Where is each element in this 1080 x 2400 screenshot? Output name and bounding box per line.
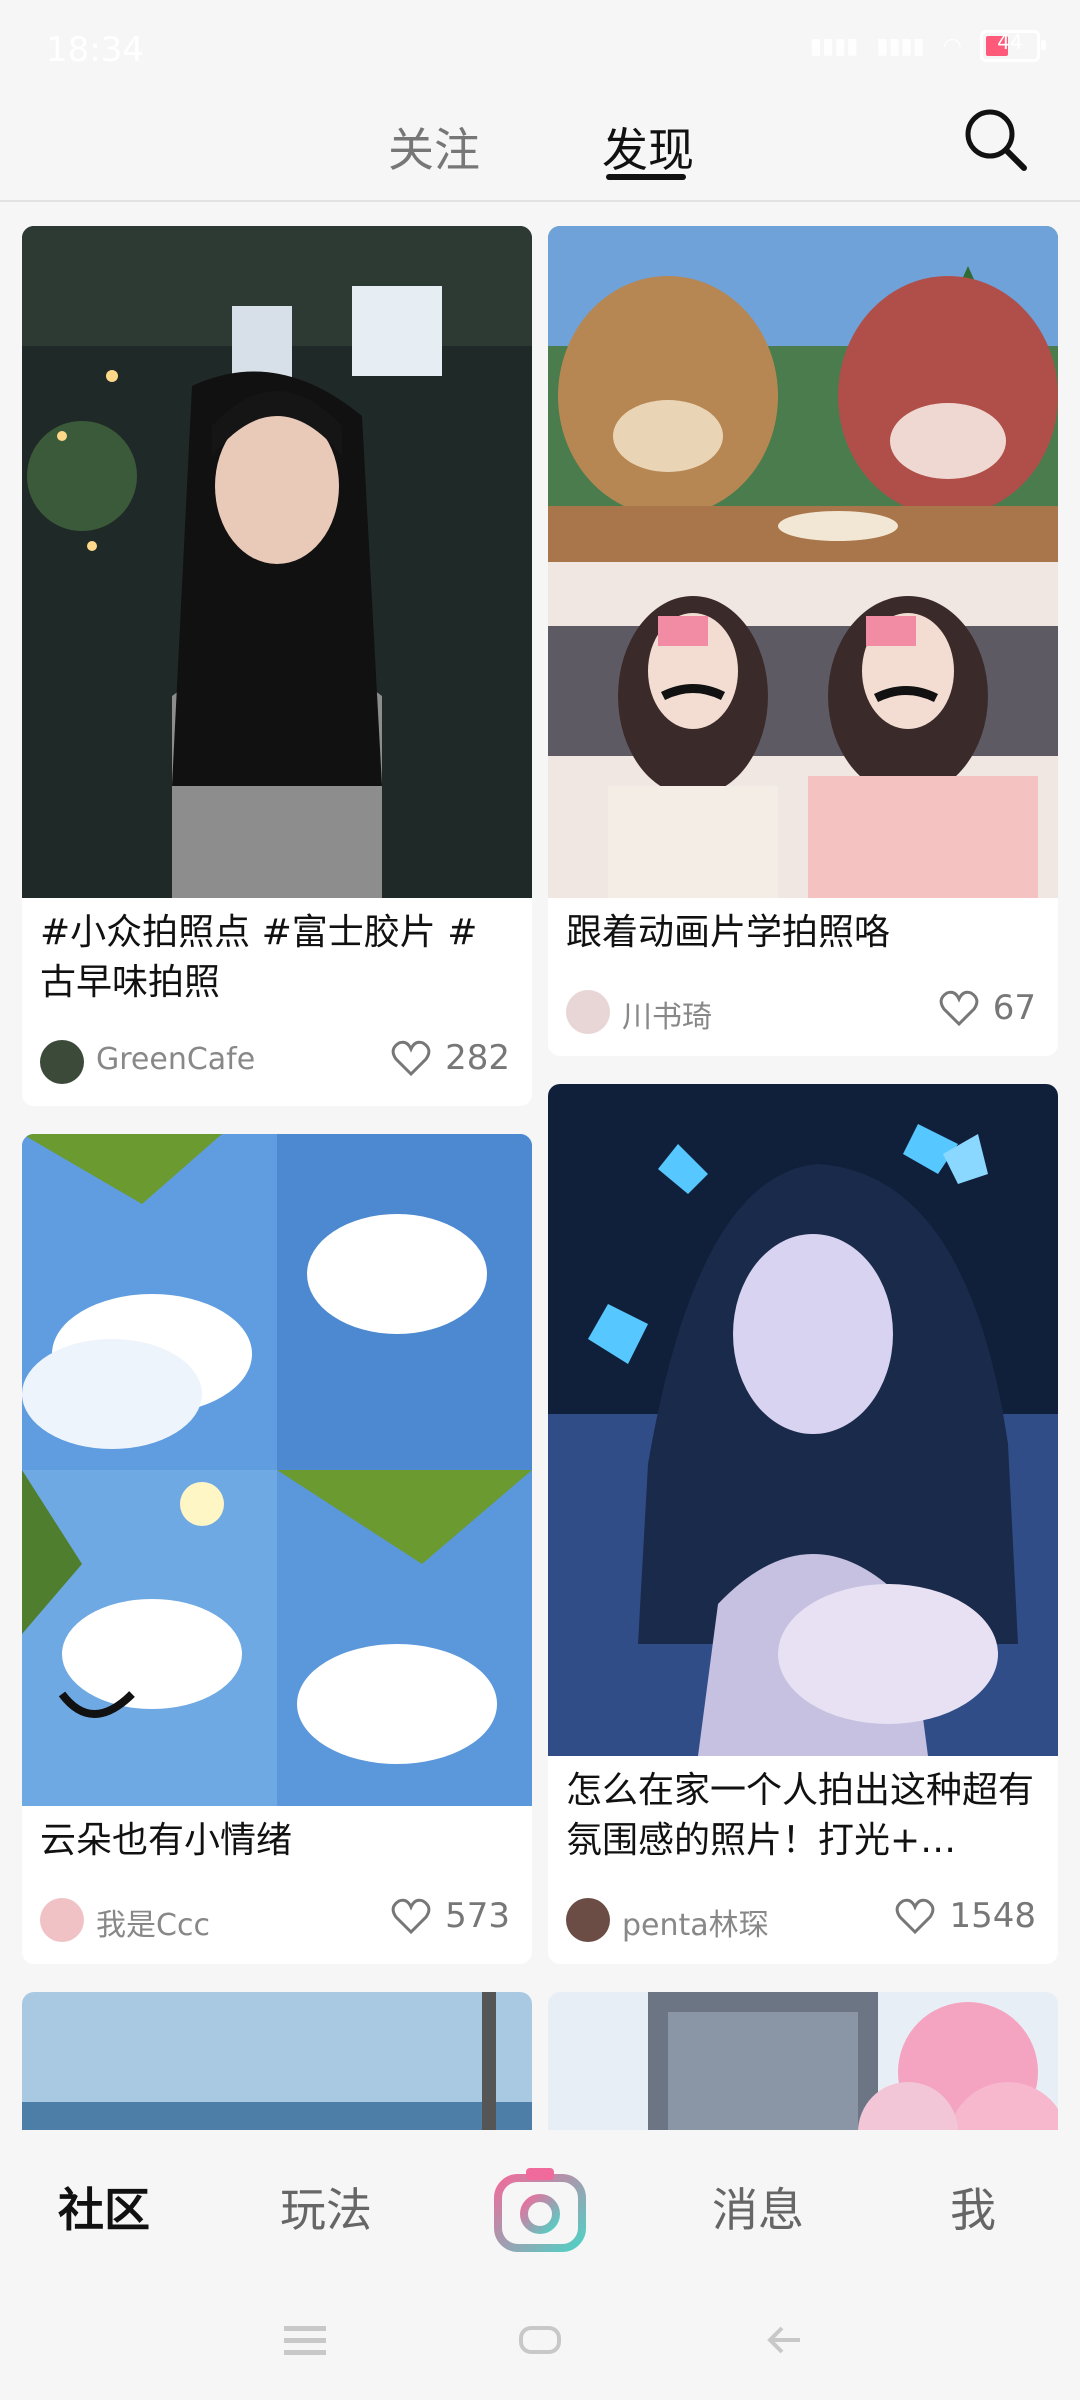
post-image[interactable] [22,226,532,898]
search-button[interactable] [960,104,1030,184]
heart-icon [939,990,979,1027]
menu-icon[interactable] [280,2320,330,2360]
post-meta: 川书琦 67 [566,986,1036,1036]
post-title[interactable]: 跟着动画片学拍照咯 [566,908,1036,958]
post-card[interactable] [548,1992,1058,2130]
post-card[interactable] [22,1992,532,2130]
battery-icon: 44 [980,30,1046,62]
like-button[interactable]: 1548 [895,1896,1036,1936]
heart-icon [896,1898,935,1935]
search-icon [965,109,1027,171]
author-name[interactable]: 我是Ccc [96,1900,210,1944]
post-title[interactable]: 云朵也有小情绪 [40,1816,510,1866]
tab-discover[interactable]: 发现 [602,114,694,180]
like-button[interactable]: 573 [391,1896,510,1936]
post-meta: 我是Ccc 573 [40,1894,510,1944]
system-nav-bar [0,2280,1080,2400]
like-count: 282 [445,1038,510,1078]
post-meta: GreenCafe 282 [40,1036,510,1086]
post-card[interactable]: 怎么在家一个人拍出这种超有氛围感的照片！打光+… penta林琛 1548 [548,1084,1058,1964]
author-name[interactable]: GreenCafe [96,1042,255,1077]
heart-icon [391,1898,431,1935]
author-name[interactable]: penta林琛 [622,1900,769,1944]
post-card[interactable]: 跟着动画片学拍照咯 川书琦 67 [548,226,1058,1056]
like-button[interactable]: 67 [939,988,1036,1028]
signal-icon: ▮▮▮▮ [809,33,859,59]
avatar[interactable] [40,1040,84,1084]
post-card[interactable]: 云朵也有小情绪 我是Ccc 573 [22,1134,532,1964]
avatar[interactable] [40,1898,84,1942]
camera-button[interactable] [490,2160,590,2260]
nav-profile[interactable]: 我 [950,2174,996,2240]
avatar[interactable] [566,990,610,1034]
like-count: 67 [992,988,1036,1028]
author-name[interactable]: 川书琦 [622,992,712,1036]
post-image[interactable] [548,1992,1058,2130]
post-card[interactable]: #小众拍照点 #富士胶片 #古早味拍照 GreenCafe 282 [22,226,532,1106]
back-icon[interactable] [760,2320,810,2360]
like-count: 573 [445,1896,510,1936]
nav-community[interactable]: 社区 [58,2174,150,2240]
post-image[interactable] [548,1084,1058,1756]
post-image[interactable] [22,1992,532,2130]
nav-messages[interactable]: 消息 [712,2174,804,2240]
wifi-icon: ◠ [942,33,962,59]
avatar[interactable] [566,1898,610,1942]
tab-following[interactable]: 关注 [388,114,480,180]
nav-play[interactable]: 玩法 [280,2174,372,2240]
status-icons: ▮▮▮▮ ▮▮▮▮ ◠ 44 [809,30,1046,62]
like-button[interactable]: 282 [391,1038,510,1078]
post-image[interactable] [22,1134,532,1806]
post-meta: penta林琛 1548 [566,1894,1036,1944]
home-icon[interactable] [515,2320,565,2360]
post-feed[interactable]: #小众拍照点 #富士胶片 #古早味拍照 GreenCafe 282 跟着动画片学… [0,202,1080,2130]
top-tab-bar: 关注 发现 [0,100,1080,202]
post-image[interactable] [548,226,1058,898]
status-bar: 18:34 ▮▮▮▮ ▮▮▮▮ ◠ 44 [0,0,1080,100]
post-title[interactable]: 怎么在家一个人拍出这种超有氛围感的照片！打光+… [566,1766,1036,1866]
signal-icon-2: ▮▮▮▮ [876,33,925,59]
status-time: 18:34 [46,30,144,70]
camera-icon [494,2168,586,2252]
active-tab-indicator [606,174,686,180]
heart-icon [391,1040,431,1077]
post-title[interactable]: #小众拍照点 #富士胶片 #古早味拍照 [40,908,510,1008]
like-count: 1548 [949,1896,1036,1936]
bottom-nav: 社区 玩法 消息 我 [0,2130,1080,2280]
